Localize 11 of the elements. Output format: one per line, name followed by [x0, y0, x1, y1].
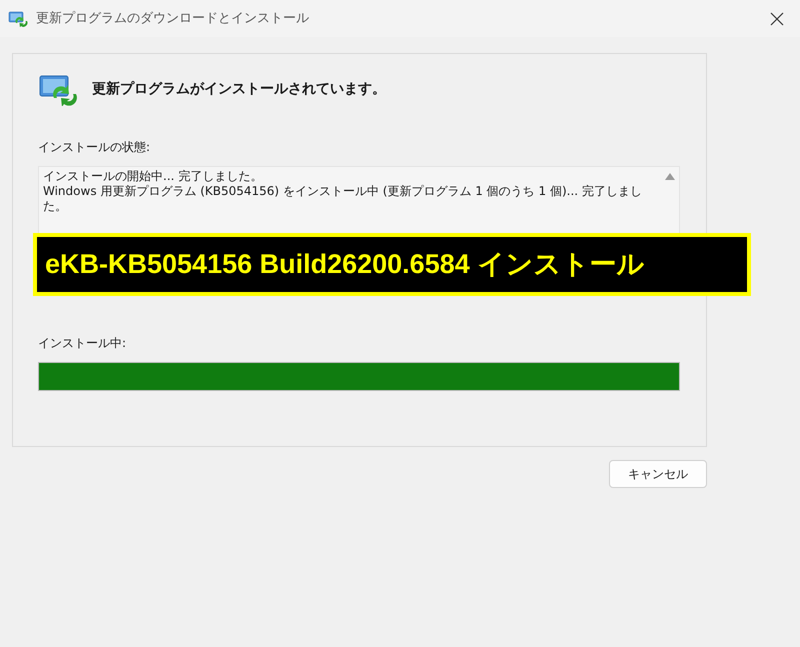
progress-label: インストール中: — [38, 335, 128, 352]
cancel-button[interactable]: キャンセル — [609, 460, 707, 488]
window-title: 更新プログラムのダウンロードとインストール — [36, 10, 309, 28]
caption-text: eKB-KB5054156 Build26200.6584 インストール — [45, 248, 644, 282]
status-label: インストールの状態: — [38, 139, 152, 156]
update-icon — [8, 10, 28, 27]
close-icon — [770, 12, 784, 26]
scroll-up-icon[interactable] — [665, 173, 675, 180]
log-line: Windows 用更新プログラム (KB5054156) をインストール中 (更新プログラム 1 個のうち 1 個)... 完了しました。 — [43, 184, 643, 214]
heading: 更新プログラムがインストールされています。 — [92, 80, 386, 98]
log-line: インストールの開始中... 完了しました。 — [43, 169, 264, 184]
